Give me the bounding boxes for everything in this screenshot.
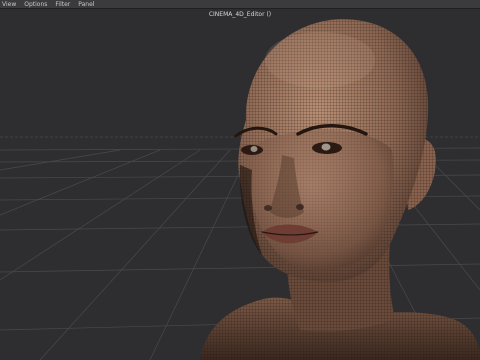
viewport-panel[interactable]: View Options Filter Panel CINEMA_4D_Edit… <box>0 0 480 360</box>
menu-panel[interactable]: Panel <box>78 0 94 9</box>
menu-options[interactable]: Options <box>24 0 47 9</box>
viewport-menubar: View Options Filter Panel <box>0 0 480 9</box>
menu-filter[interactable]: Filter <box>55 0 70 9</box>
viewport-title: CINEMA_4D_Editor () <box>208 11 272 18</box>
menu-view[interactable]: View <box>2 0 16 9</box>
viewport-scene <box>0 0 480 360</box>
